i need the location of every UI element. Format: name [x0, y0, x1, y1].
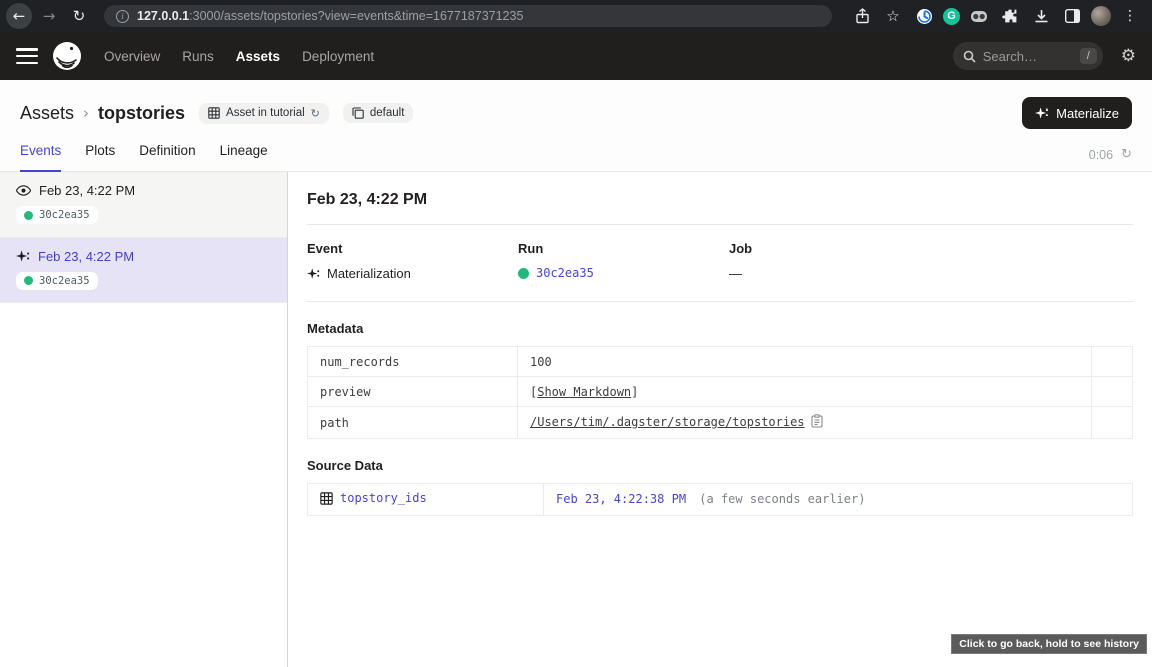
browser-back-tooltip: Click to go back, hold to see history: [951, 634, 1147, 654]
dagster-logo[interactable]: [52, 41, 82, 71]
metadata-value: [Show Markdown]: [518, 377, 1092, 407]
asset-group-badge[interactable]: Asset in tutorial ↻: [199, 103, 329, 124]
event-type-value: Materialization: [327, 266, 411, 281]
metadata-heading: Metadata: [307, 321, 1133, 336]
sparkle-icon: [307, 267, 320, 280]
refresh-icon[interactable]: ↻: [1121, 147, 1132, 162]
source-time-note: (a few seconds earlier): [699, 492, 865, 506]
run-id-pill[interactable]: 30c2ea35: [16, 206, 98, 224]
job-label: Job: [729, 241, 1133, 256]
browser-forward-button[interactable]: →: [36, 3, 62, 29]
badge-refresh-icon[interactable]: ↻: [311, 107, 320, 120]
sparkle-icon: [1035, 106, 1049, 120]
nav-links: Overview Runs Assets Deployment: [104, 49, 374, 64]
materialize-button[interactable]: Materialize: [1022, 97, 1132, 129]
download-icon[interactable]: [1029, 4, 1053, 28]
event-detail-panel: Feb 23, 4:22 PM Event Materialization Ru…: [288, 172, 1152, 667]
metadata-key: num_records: [308, 347, 518, 377]
menu-icon[interactable]: [16, 48, 38, 64]
tab-lineage[interactable]: Lineage: [220, 143, 268, 172]
site-info-icon[interactable]: i: [116, 10, 129, 23]
browser-chrome: ← → ↻ i 127.0.0.1:3000/assets/topstories…: [0, 0, 1152, 32]
breadcrumb-chevron-icon: ›: [83, 104, 89, 122]
url-text: 127.0.0.1:3000/assets/topstories?view=ev…: [137, 9, 523, 23]
search-placeholder: Search…: [983, 49, 1073, 64]
clock-extension-icon[interactable]: [912, 4, 936, 28]
table-row: topstory_ids Feb 23, 4:22:38 PM (a few s…: [308, 484, 1133, 516]
breadcrumb: Assets › topstories Asset in tutorial ↻ …: [20, 97, 1132, 129]
source-data-heading: Source Data: [307, 458, 1133, 473]
nav-item-deployment[interactable]: Deployment: [302, 49, 374, 64]
search-input[interactable]: Search… /: [953, 42, 1103, 70]
search-shortcut-badge: /: [1080, 48, 1097, 64]
bookmark-star-icon[interactable]: ☆: [881, 4, 905, 28]
side-panel-icon[interactable]: [1060, 4, 1084, 28]
table-row: preview [Show Markdown]: [308, 377, 1133, 407]
job-value: —: [729, 266, 742, 281]
breadcrumb-asset-name: topstories: [98, 103, 185, 124]
metadata-extra-cell: [1092, 377, 1133, 407]
copy-stack-icon: [352, 107, 364, 119]
metadata-table: num_records 100 preview [Show Markdown] …: [307, 346, 1133, 439]
grammarly-extension-icon[interactable]: G: [943, 8, 960, 25]
profile-avatar[interactable]: [1091, 6, 1111, 26]
event-label: Event: [307, 241, 518, 256]
event-list-sidebar: Feb 23, 4:22 PM 30c2ea35 Feb 23, 4:22 PM…: [0, 172, 288, 667]
event-info-row: Event Materialization Run 30c2ea35 Job —: [307, 225, 1133, 302]
event-title: Feb 23, 4:22 PM: [307, 191, 1133, 225]
event-list-item-observation[interactable]: Feb 23, 4:22 PM 30c2ea35: [0, 172, 287, 238]
asset-tabs: Events Plots Definition Lineage 0:06 ↻: [20, 143, 1132, 172]
metadata-extra-cell: [1092, 347, 1133, 377]
run-status-dot: [24, 276, 33, 285]
show-markdown-link[interactable]: Show Markdown: [537, 385, 631, 399]
extensions-puzzle-icon[interactable]: [998, 4, 1022, 28]
nav-item-overview[interactable]: Overview: [104, 49, 160, 64]
search-icon: [963, 50, 976, 63]
metadata-key: path: [308, 407, 518, 439]
run-status-dot: [24, 211, 33, 220]
run-id-pill[interactable]: 30c2ea35: [16, 272, 98, 290]
source-asset-cell: topstory_ids: [308, 484, 544, 516]
address-bar[interactable]: i 127.0.0.1:3000/assets/topstories?view=…: [104, 5, 832, 27]
table-grid-icon: [208, 107, 220, 119]
refresh-countdown: 0:06: [1089, 148, 1113, 162]
source-time-cell: Feb 23, 4:22:38 PM (a few seconds earlie…: [544, 484, 1133, 516]
eye-icon: [16, 185, 31, 196]
event-list-item-materialization[interactable]: Feb 23, 4:22 PM 30c2ea35: [0, 238, 287, 304]
source-data-table: topstory_ids Feb 23, 4:22:38 PM (a few s…: [307, 483, 1133, 516]
app-nav: Overview Runs Assets Deployment Search… …: [0, 32, 1152, 80]
table-row: num_records 100: [308, 347, 1133, 377]
run-id-link[interactable]: 30c2ea35: [536, 266, 594, 280]
goggles-extension-icon[interactable]: [967, 4, 991, 28]
path-link[interactable]: /Users/tim/.dagster/storage/topstories: [530, 415, 805, 429]
share-icon[interactable]: [850, 4, 874, 28]
run-status-dot: [518, 268, 529, 279]
source-time-link[interactable]: Feb 23, 4:22:38 PM: [556, 492, 686, 506]
browser-reload-button[interactable]: ↻: [66, 3, 92, 29]
metadata-value: /Users/tim/.dagster/storage/topstories: [518, 407, 1092, 439]
tab-events[interactable]: Events: [20, 143, 61, 172]
asset-header: Assets › topstories Asset in tutorial ↻ …: [0, 80, 1152, 172]
run-label: Run: [518, 241, 729, 256]
metadata-extra-cell: [1092, 407, 1133, 439]
tab-definition[interactable]: Definition: [139, 143, 195, 172]
table-row: path /Users/tim/.dagster/storage/topstor…: [308, 407, 1133, 439]
source-asset-link[interactable]: topstory_ids: [320, 491, 427, 505]
copy-path-icon[interactable]: [811, 417, 823, 431]
sparkle-icon: [16, 249, 30, 263]
browser-menu-icon[interactable]: ⋮: [1118, 4, 1142, 28]
tab-plots[interactable]: Plots: [85, 143, 115, 172]
settings-gear-icon[interactable]: ⚙: [1121, 46, 1136, 66]
browser-back-button[interactable]: ←: [6, 3, 32, 29]
repository-badge[interactable]: default: [343, 103, 414, 123]
breadcrumb-assets-link[interactable]: Assets: [20, 103, 74, 124]
metadata-key: preview: [308, 377, 518, 407]
table-grid-icon: [320, 492, 333, 505]
nav-item-runs[interactable]: Runs: [182, 49, 214, 64]
nav-item-assets[interactable]: Assets: [236, 49, 280, 64]
metadata-value: 100: [518, 347, 1092, 377]
